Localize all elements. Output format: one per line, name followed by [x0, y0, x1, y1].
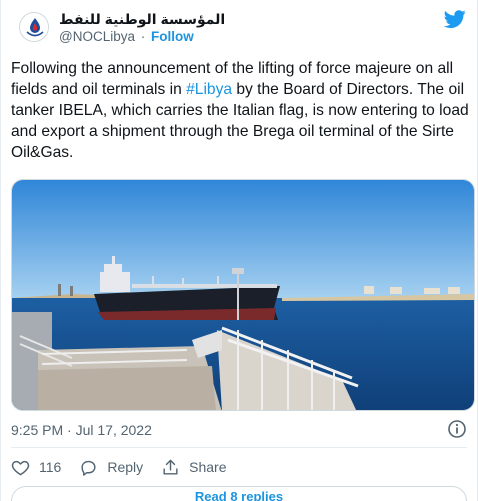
share-label: Share	[189, 459, 227, 475]
read-replies-button[interactable]: Read 8 replies	[11, 486, 467, 501]
avatar[interactable]	[19, 12, 49, 42]
info-icon[interactable]	[447, 419, 467, 439]
like-button[interactable]: 116	[11, 458, 61, 477]
reply-button[interactable]: Reply	[79, 458, 143, 477]
tanker-photo-image	[12, 180, 474, 410]
like-count: 116	[39, 459, 62, 475]
share-button[interactable]: Share	[161, 458, 226, 477]
reply-label: Reply	[107, 459, 144, 475]
share-icon	[163, 459, 178, 475]
heart-icon	[11, 460, 30, 475]
read-replies-label: Read 8 replies	[194, 489, 284, 501]
twitter-bird-icon[interactable]	[443, 8, 467, 30]
tweet-card: المؤسسة الوطنية للنفط @NOCLibya · Follow…	[0, 0, 478, 501]
separator-dot: ·	[140, 29, 146, 44]
tweet-timestamp[interactable]: 9:25 PM · Jul 17, 2022	[11, 421, 152, 439]
display-name[interactable]: المؤسسة الوطنية للنفط	[59, 10, 225, 28]
tweet-actions: 116 Reply Share	[11, 456, 244, 478]
follow-button[interactable]: Follow	[151, 29, 194, 44]
handle-row: @NOCLibya · Follow	[59, 28, 225, 46]
tweet-header: المؤسسة الوطنية للنفط @NOCLibya · Follow	[19, 8, 467, 48]
noc-logo-icon	[21, 14, 48, 41]
name-block: المؤسسة الوطنية للنفط @NOCLibya · Follow	[59, 10, 225, 46]
tweet-text: Following the announcement of the liftin…	[11, 58, 473, 163]
account-handle[interactable]: @NOCLibya	[59, 29, 135, 44]
reply-icon	[81, 460, 96, 476]
hashtag-link[interactable]: #Libya	[186, 81, 232, 98]
tweet-photo[interactable]	[11, 179, 475, 411]
divider	[11, 447, 467, 448]
